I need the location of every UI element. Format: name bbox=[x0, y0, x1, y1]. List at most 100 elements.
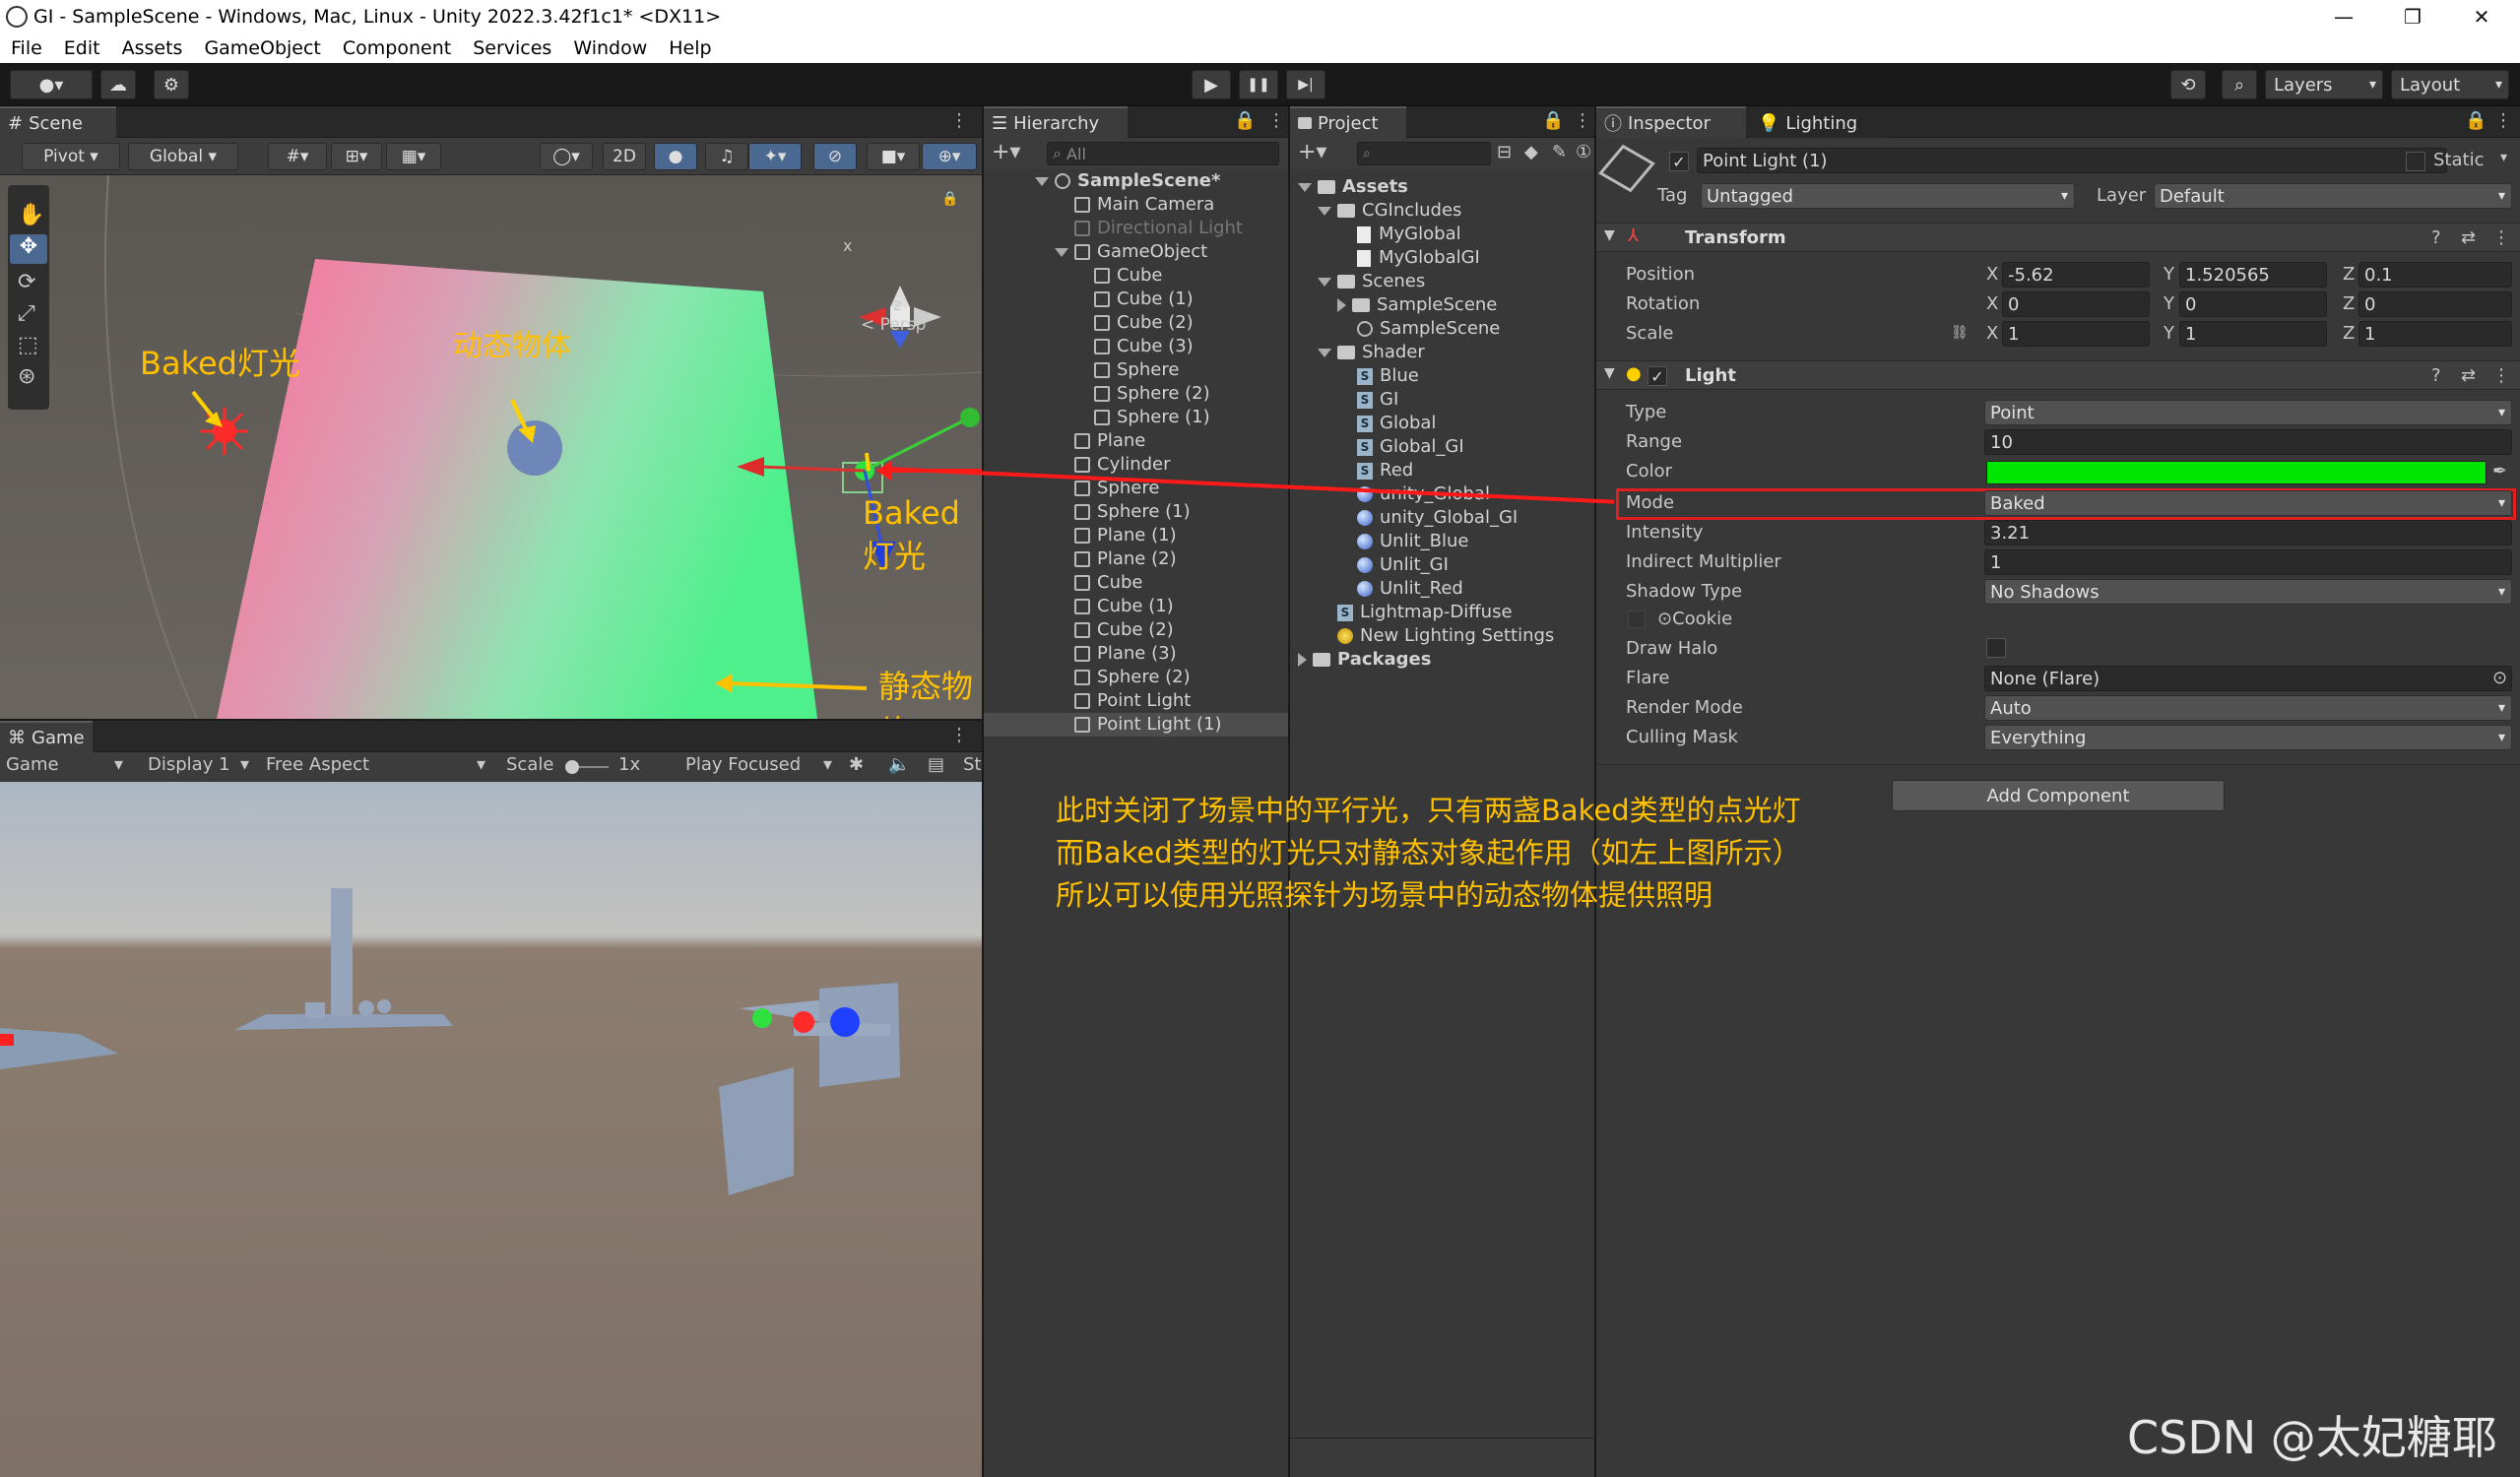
constrain-proportions-icon[interactable]: ⛓ bbox=[1951, 325, 1969, 341]
stats-icon[interactable]: ▤ bbox=[928, 754, 944, 775]
hierarchy-search-input[interactable]: ⌕ All bbox=[1047, 142, 1279, 165]
menu-edit[interactable]: Edit bbox=[64, 37, 100, 59]
list-item[interactable]: Unlit_GI bbox=[1357, 553, 1449, 577]
list-item[interactable]: Cube (1) bbox=[1074, 595, 1174, 618]
cookie-checkbox[interactable] bbox=[1628, 610, 1646, 628]
scale-y-field[interactable]: 1 bbox=[2179, 321, 2327, 347]
game-mode-dropdown[interactable]: Game bbox=[6, 754, 59, 775]
list-item[interactable]: unity_Global_GI bbox=[1357, 506, 1518, 530]
list-item[interactable]: Sphere (2) bbox=[1074, 666, 1191, 689]
tag-dropdown[interactable]: Untagged bbox=[1701, 183, 2075, 209]
color-swatch[interactable] bbox=[1986, 461, 2487, 484]
bug-icon[interactable]: ✱ bbox=[849, 754, 864, 775]
list-item[interactable]: Unlit_Blue bbox=[1357, 530, 1468, 553]
list-item[interactable]: S Lightmap-Diffuse bbox=[1337, 601, 1513, 624]
lighting-toggle-icon[interactable]: ● bbox=[654, 143, 697, 170]
cloud-icon[interactable]: ☁ bbox=[100, 70, 136, 99]
render-mode-dropdown[interactable]: Auto bbox=[1984, 695, 2512, 721]
camera-icon[interactable]: ■▾ bbox=[867, 143, 920, 170]
list-item[interactable]: Sphere (2) bbox=[1094, 382, 1210, 406]
filter-type-icon[interactable]: ⊟ bbox=[1497, 142, 1512, 162]
type-dropdown[interactable]: Point bbox=[1984, 400, 2512, 425]
preset-icon[interactable]: ⇄ bbox=[2461, 227, 2476, 248]
add-icon[interactable]: +▾ bbox=[992, 140, 1020, 164]
flare-field[interactable]: None (Flare) bbox=[1984, 666, 2512, 691]
account-button[interactable]: ●▾ bbox=[10, 70, 93, 99]
display-dropdown[interactable]: Display 1 bbox=[148, 754, 230, 775]
list-item[interactable]: MyGlobalGI bbox=[1357, 246, 1480, 270]
culling-mask-dropdown[interactable]: Everything bbox=[1984, 725, 2512, 750]
lock-icon[interactable]: 🔒 bbox=[1234, 110, 1256, 131]
list-item[interactable]: Plane (1) bbox=[1074, 524, 1177, 547]
menu-file[interactable]: File bbox=[11, 37, 42, 59]
transform-header[interactable]: ▼ ⅄ Transform ? ⇄ ⋮ bbox=[1596, 223, 2520, 252]
menu-assets[interactable]: Assets bbox=[122, 37, 183, 59]
game-view[interactable] bbox=[0, 782, 982, 1477]
preset-icon[interactable]: ⇄ bbox=[2461, 365, 2476, 386]
list-item[interactable]: SampleScene bbox=[1337, 293, 1497, 317]
rect-tool-icon[interactable]: ⬚ bbox=[18, 333, 38, 357]
scale-slider-thumb[interactable] bbox=[565, 760, 579, 774]
close-button[interactable]: ✕ bbox=[2447, 0, 2516, 33]
list-item[interactable]: Plane (2) bbox=[1074, 547, 1177, 571]
mode-dropdown[interactable]: Baked bbox=[1984, 490, 2512, 516]
object-name-input[interactable]: Point Light (1) bbox=[1697, 148, 2447, 173]
rotate-tool-icon[interactable]: ⟳ bbox=[18, 270, 35, 294]
help-icon[interactable]: ? bbox=[2431, 365, 2441, 386]
list-item[interactable]: MyGlobal bbox=[1357, 223, 1461, 246]
global-dropdown[interactable]: Global ▾ bbox=[128, 143, 238, 170]
layer-dropdown[interactable]: Default bbox=[2154, 183, 2512, 209]
list-item[interactable]: Cube (3) bbox=[1094, 335, 1194, 358]
audio-toggle-icon[interactable]: ♫ bbox=[705, 143, 748, 170]
range-field[interactable]: 10 bbox=[1984, 429, 2512, 455]
menu-gameobject[interactable]: GameObject bbox=[204, 37, 320, 59]
object-picker-icon[interactable]: ⊙ bbox=[2492, 668, 2507, 688]
add-component-button[interactable]: Add Component bbox=[1892, 780, 2225, 811]
scene-view[interactable]: x z < Persp 🔒 ✋ ✥ ⟳ ⤢ ⬚ ⊛ Baked灯光 动态物体 B… bbox=[0, 175, 982, 719]
tab-game[interactable]: ⌘ Game bbox=[0, 721, 93, 752]
tab-project[interactable]: Project bbox=[1290, 106, 1406, 138]
light-enabled-checkbox[interactable]: ✓ bbox=[1648, 366, 1667, 386]
step-button[interactable]: ▶| bbox=[1286, 70, 1325, 99]
static-dropdown-icon[interactable]: ▾ bbox=[2500, 150, 2507, 165]
list-item[interactable]: Directional Light bbox=[1074, 217, 1243, 240]
effects-toggle-icon[interactable]: ✦▾ bbox=[748, 143, 802, 170]
menu-window[interactable]: Window bbox=[573, 37, 647, 59]
hand-tool-icon[interactable]: ✋ bbox=[18, 203, 44, 227]
list-item[interactable]: Packages bbox=[1298, 648, 1431, 672]
layout-dropdown[interactable]: Layout ▾ bbox=[2391, 70, 2509, 99]
eyedropper-icon[interactable]: ✒ bbox=[2492, 461, 2507, 482]
favorite-icon[interactable]: ✎ bbox=[1552, 142, 1567, 162]
list-item[interactable]: Plane (3) bbox=[1074, 642, 1177, 666]
transform-tool-icon[interactable]: ⊛ bbox=[18, 364, 35, 389]
rotation-x-field[interactable]: 0 bbox=[2002, 291, 2150, 317]
menu-services[interactable]: Services bbox=[473, 37, 551, 59]
pivot-dropdown[interactable]: Pivot ▾ bbox=[22, 143, 120, 170]
menu-help[interactable]: Help bbox=[669, 37, 711, 59]
list-item[interactable]: Cube (1) bbox=[1094, 288, 1194, 311]
rotation-y-field[interactable]: 0 bbox=[2179, 291, 2327, 317]
list-item[interactable]: Point Light (1) bbox=[1074, 713, 1222, 737]
stats-label[interactable]: St bbox=[963, 754, 981, 775]
list-item[interactable]: SampleScene* bbox=[1035, 169, 1220, 193]
hidden-packages-icon[interactable]: ① bbox=[1576, 142, 1591, 162]
list-item[interactable]: S Blue bbox=[1357, 364, 1419, 388]
project-search-input[interactable]: ⌕ bbox=[1357, 142, 1491, 165]
audio-icon[interactable]: 🔈 bbox=[888, 754, 910, 775]
more-icon[interactable]: ⋮ bbox=[1267, 110, 1285, 131]
position-x-field[interactable]: -5.62 bbox=[2002, 262, 2150, 288]
list-item[interactable]: Cube bbox=[1074, 571, 1142, 595]
list-item[interactable]: CGIncludes bbox=[1318, 199, 1461, 223]
collab-icon[interactable]: ⚙ bbox=[154, 70, 189, 99]
list-item[interactable]: Sphere (1) bbox=[1074, 500, 1191, 524]
active-checkbox[interactable]: ✓ bbox=[1669, 152, 1689, 171]
list-item[interactable]: Sphere bbox=[1094, 358, 1179, 382]
list-item[interactable]: Unlit_Red bbox=[1357, 577, 1463, 601]
more-icon[interactable]: ⋮ bbox=[2492, 365, 2510, 386]
list-item[interactable]: New Lighting Settings bbox=[1337, 624, 1554, 648]
lock-icon[interactable]: 🔒 bbox=[941, 191, 958, 207]
grid-toggle-icon[interactable]: ▦▾ bbox=[386, 143, 441, 170]
scale-z-field[interactable]: 1 bbox=[2358, 321, 2512, 347]
tab-inspector[interactable]: ⓘ Inspector bbox=[1596, 106, 1746, 138]
move-tool-icon[interactable]: ✥ bbox=[10, 234, 47, 264]
